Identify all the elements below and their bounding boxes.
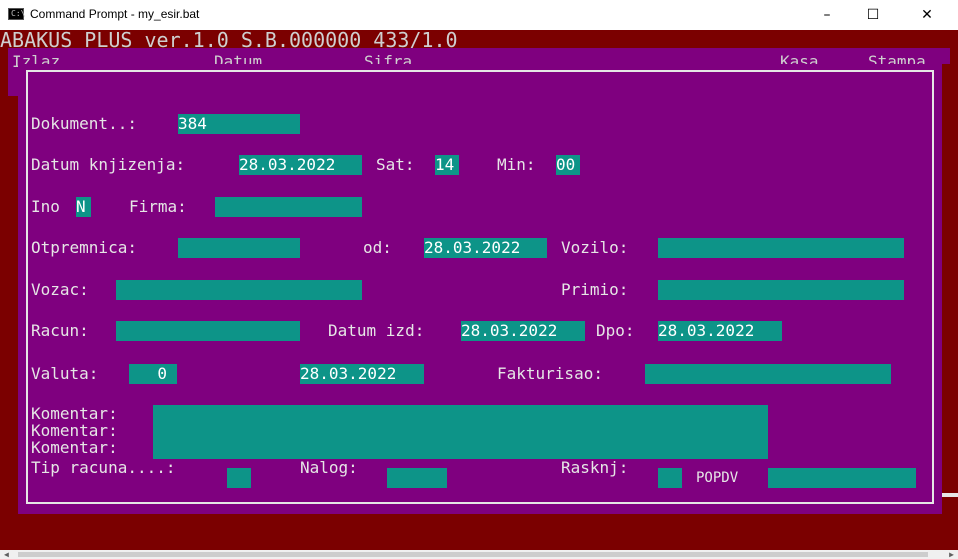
- primio-field[interactable]: [658, 280, 904, 300]
- komentar-label: Komentar:: [31, 438, 118, 457]
- racun-field[interactable]: [116, 321, 300, 341]
- console-right-edge: [942, 64, 958, 514]
- dokument-field[interactable]: 384: [178, 114, 300, 134]
- min-label: Min:: [497, 155, 536, 174]
- nalog-field[interactable]: [387, 468, 447, 488]
- close-button[interactable]: ✕: [904, 0, 950, 30]
- datum-izd-field[interactable]: 28.03.2022: [461, 321, 585, 341]
- window-title: Command Prompt - my_esir.bat: [30, 7, 200, 21]
- scroll-right-icon[interactable]: ▶: [949, 550, 954, 559]
- sat-field[interactable]: 14: [435, 155, 459, 175]
- console-right-divider: [942, 493, 958, 497]
- datum-knjizenja-field[interactable]: 28.03.2022: [239, 155, 362, 175]
- window-titlebar: C:\ Command Prompt - my_esir.bat – ☐ ✕: [0, 0, 958, 30]
- ino-field[interactable]: N: [76, 197, 91, 217]
- komentar-label: Komentar:: [31, 404, 118, 423]
- vozac-label: Vozac:: [31, 280, 89, 299]
- komentar-field[interactable]: [153, 405, 768, 459]
- command-prompt-icon: C:\: [8, 8, 25, 20]
- firma-field[interactable]: [215, 197, 362, 217]
- fakturisao-field[interactable]: [645, 364, 891, 384]
- tip-racuna-label: Tip racuna....:: [31, 458, 176, 477]
- vozac-field[interactable]: [116, 280, 362, 300]
- racun-label: Racun:: [31, 321, 89, 340]
- rasknj-label: Rasknj:: [561, 458, 629, 477]
- vozilo-label: Vozilo:: [561, 238, 629, 257]
- datum-knjizenja-label: Datum knjizenja:: [31, 155, 186, 174]
- min-field[interactable]: 00: [556, 155, 580, 175]
- ino-label: Ino: [31, 197, 60, 216]
- datum-izd-label: Datum izd:: [328, 321, 425, 340]
- scroll-left-icon[interactable]: ◀: [4, 550, 9, 559]
- dokument-label: Dokument..:: [31, 114, 137, 133]
- popdv-field[interactable]: [768, 468, 916, 488]
- od-field[interactable]: 28.03.2022: [424, 238, 547, 258]
- firma-label: Firma:: [129, 197, 187, 216]
- otpremnica-label: Otpremnica:: [31, 238, 137, 257]
- document-form-panel: Dokument..: 384 Datum knjizenja: 28.03.2…: [18, 64, 942, 514]
- dpo-label: Dpo:: [596, 321, 635, 340]
- otpremnica-field[interactable]: [178, 238, 300, 258]
- rasknj-field[interactable]: [658, 468, 682, 488]
- komentar-label: Komentar:: [31, 421, 118, 440]
- vozilo-field[interactable]: [658, 238, 904, 258]
- app-header: ABAKUS PLUS ver.1.0 S.B.000000 433/1.0: [0, 28, 458, 52]
- primio-label: Primio:: [561, 280, 629, 299]
- fakturisao-label: Fakturisao:: [497, 364, 603, 383]
- od-label: od:: [363, 238, 392, 257]
- sat-label: Sat:: [376, 155, 415, 174]
- dpo-field[interactable]: 28.03.2022: [658, 321, 782, 341]
- nalog-label: Nalog:: [300, 458, 358, 477]
- valuta-label: Valuta:: [31, 364, 99, 383]
- tip-racuna-field[interactable]: [227, 468, 251, 488]
- scrollbar-thumb[interactable]: [18, 552, 928, 557]
- minimize-button[interactable]: –: [804, 0, 850, 30]
- horizontal-scrollbar[interactable]: ◀ ▶: [0, 550, 958, 559]
- popdv-label: POPDV: [696, 470, 739, 486]
- maximize-button[interactable]: ☐: [850, 0, 896, 30]
- valuta-date-field[interactable]: 28.03.2022: [300, 364, 424, 384]
- valuta-field[interactable]: 0: [129, 364, 177, 384]
